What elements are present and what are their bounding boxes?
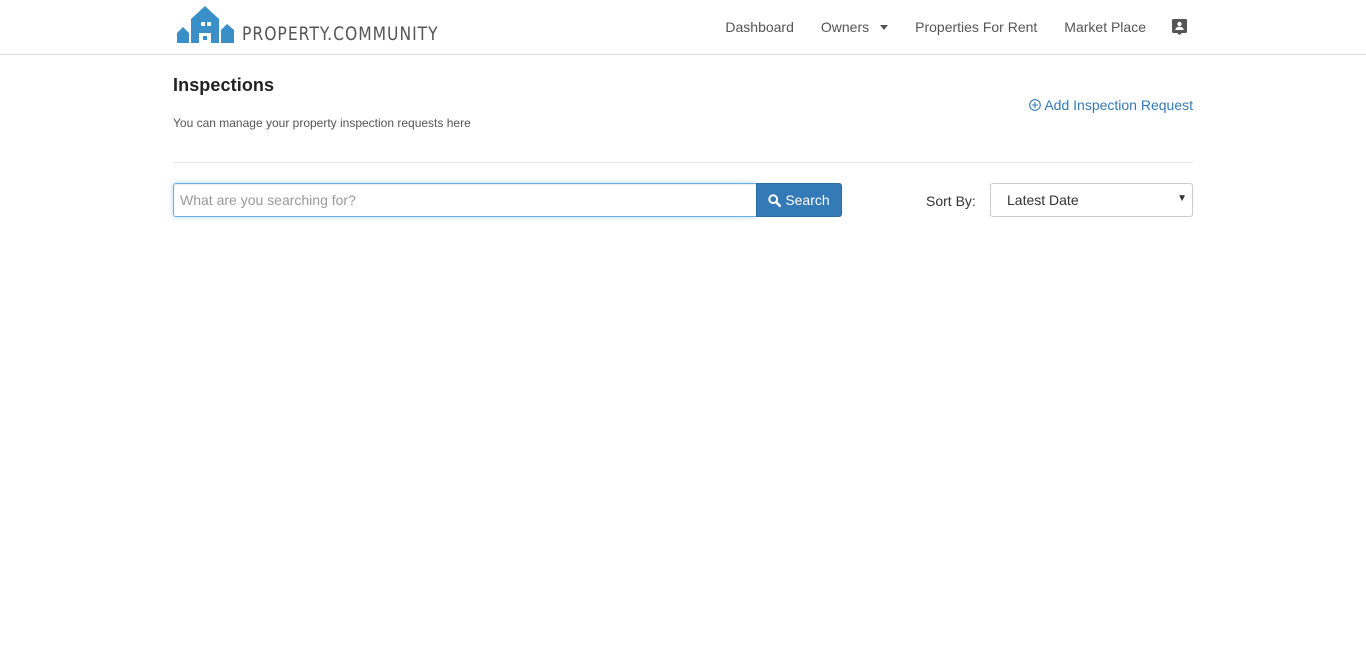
brand-name: PROPERTY.COMMUNITY [242,23,439,45]
nav-properties-label: Properties For Rent [915,19,1038,35]
search-button-label: Search [785,192,830,208]
section-divider [173,162,1193,163]
profile-button[interactable] [1172,19,1187,35]
nav-properties-for-rent[interactable]: Properties For Rent [915,19,1037,35]
nav-owners-label: Owners [820,19,870,35]
sort-select[interactable]: Latest Date ▼ [990,183,1193,217]
house-logo-icon [177,6,234,43]
sort-selected-value: Latest Date [1007,192,1079,208]
page-title: Inspections [173,75,275,95]
caret-down-icon [880,24,889,30]
nav-owners-dropdown[interactable]: Owners [820,19,889,35]
search-group: Search [173,183,842,217]
contact-card-icon [1172,19,1187,35]
plus-circle-icon [1029,99,1042,111]
page-header: Inspections You can manage your property… [173,75,1193,130]
top-navbar: PROPERTY.COMMUNITY Dashboard Owners Prop… [0,0,1366,55]
dropdown-arrow-icon: ▼ [1177,193,1187,204]
nav-market-label: Market Place [1064,19,1146,35]
nav-dashboard-label: Dashboard [725,19,794,35]
sort-by-label: Sort By: [926,193,976,209]
search-input[interactable] [173,183,756,217]
main-nav: Dashboard Owners Properties For Rent Mar… [698,0,1187,54]
add-inspection-request-label: Add Inspection Request [1044,97,1193,113]
search-button[interactable]: Search [756,183,842,217]
search-icon [768,193,782,207]
brand-logo[interactable]: PROPERTY.COMMUNITY [177,5,482,45]
page-subtitle: You can manage your property inspection … [173,116,471,130]
add-inspection-request-link[interactable]: Add Inspection Request [1029,97,1193,113]
nav-market-place[interactable]: Market Place [1064,19,1146,35]
nav-dashboard[interactable]: Dashboard [725,19,794,35]
